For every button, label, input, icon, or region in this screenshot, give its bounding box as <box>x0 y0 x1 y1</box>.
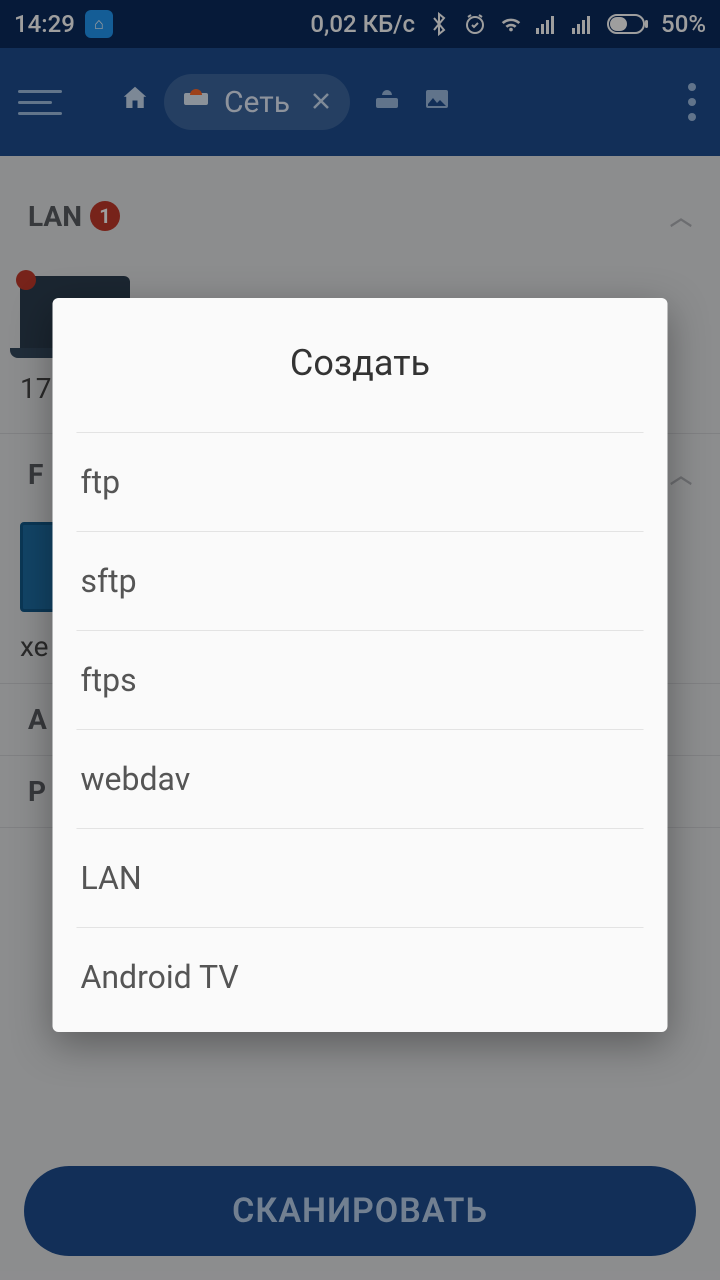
create-dialog: Создать ftp sftp ftps webdav LAN Android… <box>53 298 668 1032</box>
dialog-option-ftps[interactable]: ftps <box>77 630 644 729</box>
dialog-option-lan[interactable]: LAN <box>77 828 644 927</box>
dialog-option-webdav[interactable]: webdav <box>77 729 644 828</box>
dialog-option-androidtv[interactable]: Android TV <box>77 927 644 1026</box>
dialog-title: Создать <box>53 298 668 432</box>
dialog-option-ftp[interactable]: ftp <box>77 432 644 531</box>
dialog-option-list: ftp sftp ftps webdav LAN Android TV <box>53 432 668 1032</box>
dialog-option-sftp[interactable]: sftp <box>77 531 644 630</box>
